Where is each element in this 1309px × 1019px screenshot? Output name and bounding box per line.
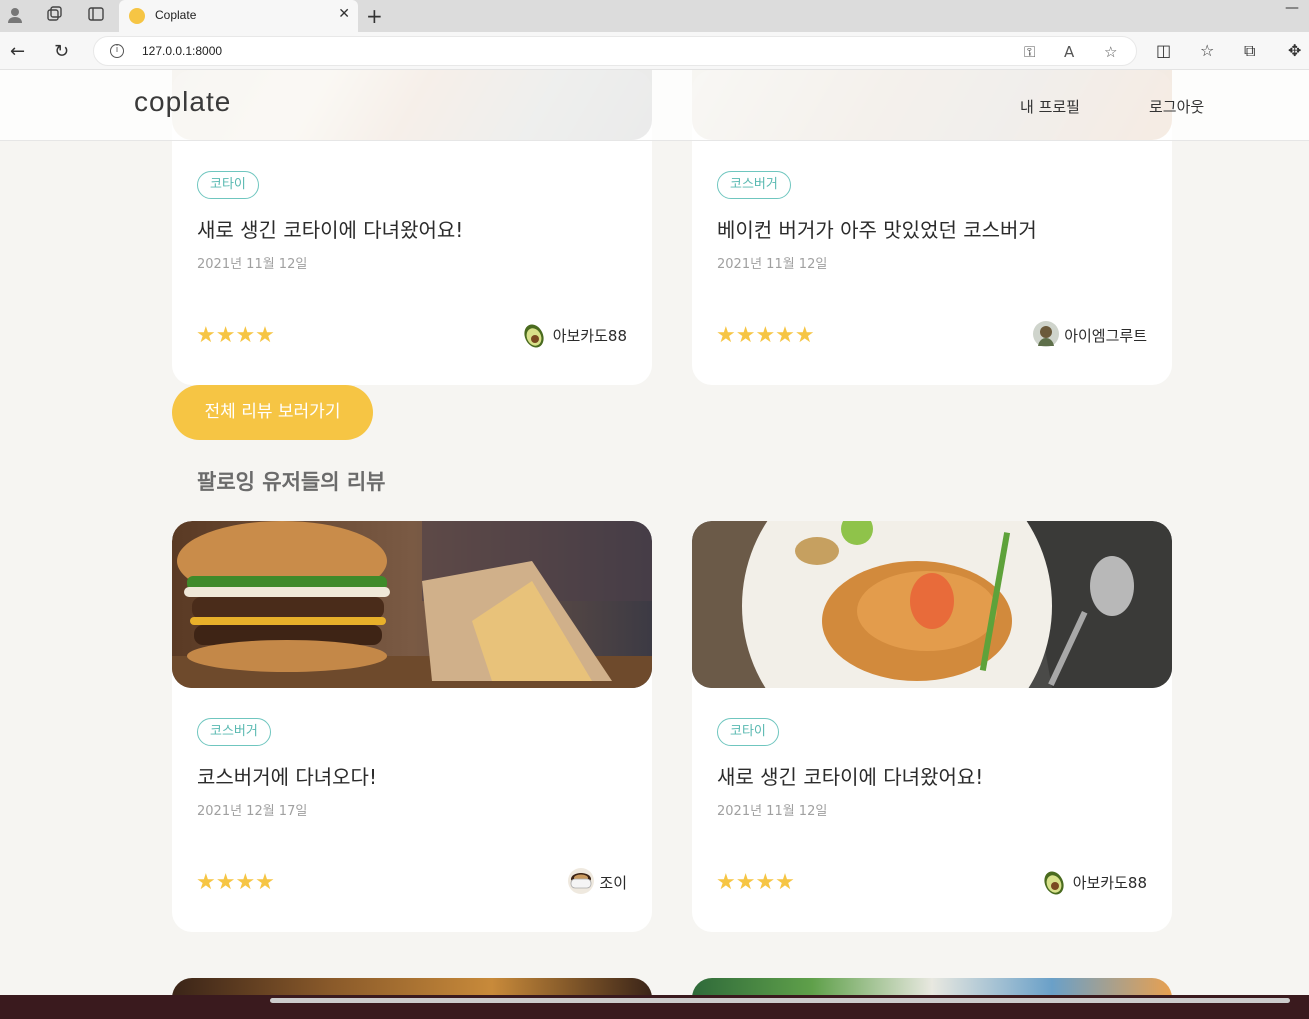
star-rating: ★★★★ (716, 870, 795, 895)
new-tab-icon[interactable]: + (366, 4, 383, 28)
horizontal-scrollbar[interactable] (0, 995, 1309, 1019)
review-date: 2021년 11월 12일 (717, 257, 828, 272)
site-header: coplate 내 프로필 로그아웃 (0, 70, 1309, 141)
review-title: 새로 생긴 코타이에 다녀왔어요! (717, 765, 984, 789)
restaurant-tag[interactable]: 코타이 (717, 718, 779, 746)
favorites-icon[interactable]: ☆ (1200, 41, 1214, 60)
coffee-avatar (567, 867, 595, 894)
all-reviews-button[interactable]: 전체 리뷰 보러가기 (172, 385, 373, 440)
tab-actions-icon[interactable] (86, 6, 106, 26)
review-date: 2021년 11월 12일 (197, 257, 308, 272)
review-date: 2021년 12월 17일 (197, 804, 308, 819)
coplate-favicon (129, 8, 145, 24)
avocado-avatar (521, 320, 547, 348)
review-card[interactable]: 코타이 새로 생긴 코타이에 다녀왔어요! 2021년 11월 12일 ★★★★… (692, 521, 1172, 932)
browser-tab-bar: Coplate ✕ + — (0, 0, 1309, 32)
back-icon[interactable]: ← (10, 41, 25, 62)
info-icon[interactable]: i (110, 44, 124, 58)
avocado-avatar (1041, 867, 1067, 895)
review-title: 새로 생긴 코타이에 다녀왔어요! (197, 218, 464, 242)
author-name: 조이 (599, 874, 627, 892)
restaurant-tag[interactable]: 코스버거 (197, 718, 271, 746)
read-aloud-icon[interactable]: A (1064, 43, 1074, 61)
close-tab-icon[interactable]: ✕ (338, 6, 350, 22)
collections-icon[interactable] (44, 6, 64, 26)
restaurant-tag[interactable]: 코스버거 (717, 171, 791, 199)
star-rating: ★★★★★ (716, 323, 815, 348)
author-name: 아보카도88 (552, 327, 627, 345)
restaurant-tag[interactable]: 코타이 (197, 171, 259, 199)
review-title: 베이컨 버거가 아주 맛있었던 코스버거 (717, 218, 1037, 242)
review-date: 2021년 11월 12일 (717, 804, 828, 819)
refresh-icon[interactable]: ↻ (54, 41, 69, 62)
key-icon[interactable]: ⚿ (1024, 43, 1035, 61)
minimize-icon[interactable]: — (1285, 0, 1299, 16)
groot-avatar (1032, 320, 1060, 347)
scrollbar-thumb[interactable] (270, 998, 1290, 1003)
pad-thai-image[interactable] (692, 521, 1172, 688)
author-name: 아보카도88 (1072, 874, 1147, 892)
review-author[interactable]: 아보카도88 (521, 320, 627, 348)
browser-address-bar: ← ↻ i 127.0.0.1:8000 ⚿ A ☆ (0, 32, 1309, 70)
review-title: 코스버거에 다녀오다! (197, 765, 377, 789)
review-card[interactable]: 코스버거 코스버거에 다녀오다! 2021년 12월 17일 ★★★★ 조이 (172, 521, 652, 932)
favorite-icon[interactable]: ☆ (1104, 43, 1117, 61)
tab-title: Coplate (155, 8, 197, 22)
url-text: 127.0.0.1:8000 (142, 44, 223, 58)
coplate-logo[interactable]: coplate (134, 86, 231, 118)
split-screen-icon[interactable]: ◫ (1156, 41, 1171, 60)
review-author[interactable]: 아보카도88 (1041, 867, 1147, 895)
author-name: 아이엠그루트 (1064, 327, 1147, 345)
my-profile-link[interactable]: 내 프로필 (1020, 96, 1080, 117)
following-reviews-title: 팔로잉 유저들의 리뷰 (197, 470, 386, 494)
star-rating: ★★★★ (196, 870, 275, 895)
star-rating: ★★★★ (196, 323, 275, 348)
logout-link[interactable]: 로그아웃 (1149, 96, 1204, 117)
active-tab[interactable]: Coplate ✕ (119, 0, 358, 32)
url-input[interactable]: i 127.0.0.1:8000 ⚿ A ☆ (93, 36, 1137, 66)
browser-collections-icon[interactable]: ⧉ (1244, 41, 1255, 61)
review-author[interactable]: 아이엠그루트 (1032, 320, 1147, 347)
review-author[interactable]: 조이 (567, 867, 627, 894)
logo-text: coplate (134, 86, 232, 117)
burger-image[interactable] (172, 521, 652, 688)
extensions-icon[interactable]: ✥ (1288, 41, 1301, 60)
profile-icon[interactable] (5, 6, 25, 26)
